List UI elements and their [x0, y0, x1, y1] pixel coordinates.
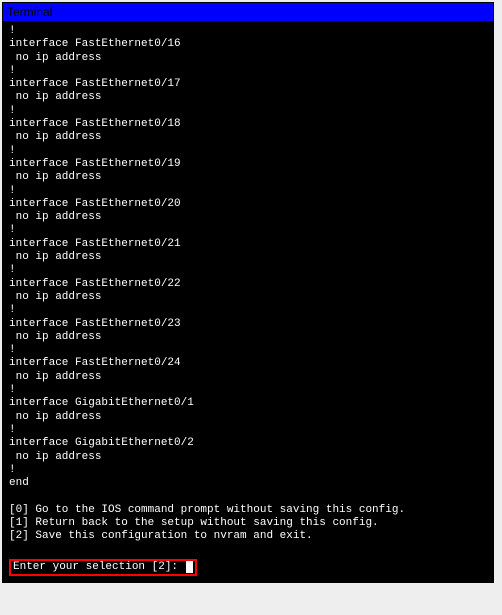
interface-line: interface FastEthernet0/18 [9, 118, 487, 131]
menu-option-0: [0] Go to the IOS command prompt without… [9, 504, 487, 517]
interface-config: no ip address [9, 411, 487, 424]
interface-line: interface FastEthernet0/16 [9, 38, 487, 51]
selection-prompt-label: Enter your selection [2]: [13, 561, 185, 573]
title-bar[interactable]: Terminal [3, 3, 493, 21]
config-bang: ! [9, 145, 487, 158]
cursor-icon[interactable] [186, 561, 193, 573]
interface-config: no ip address [9, 211, 487, 224]
interface-config: no ip address [9, 451, 487, 464]
config-bang: ! [9, 65, 487, 78]
interface-config: no ip address [9, 291, 487, 304]
config-bang: ! [9, 264, 487, 277]
interface-line: interface GigabitEthernet0/1 [9, 397, 487, 410]
interface-line: interface FastEthernet0/24 [9, 357, 487, 370]
menu-option-2: [2] Save this configuration to nvram and… [9, 530, 487, 543]
interface-line: interface GigabitEthernet0/2 [9, 437, 487, 450]
interface-line: interface FastEthernet0/19 [9, 158, 487, 171]
config-bang: ! [9, 424, 487, 437]
config-bang: ! [9, 25, 487, 38]
config-bang: ! [9, 105, 487, 118]
interface-line: interface FastEthernet0/21 [9, 238, 487, 251]
interface-line: interface FastEthernet0/22 [9, 278, 487, 291]
terminal-body[interactable]: !interface FastEthernet0/16 no ip addres… [3, 21, 493, 582]
interface-config: no ip address [9, 91, 487, 104]
window-title: Terminal [7, 5, 52, 19]
config-bang: ! [9, 384, 487, 397]
menu-option-1: [1] Return back to the setup without sav… [9, 517, 487, 530]
terminal-window: Terminal !interface FastEthernet0/16 no … [2, 2, 494, 583]
interface-line: interface FastEthernet0/23 [9, 318, 487, 331]
interface-config: no ip address [9, 52, 487, 65]
config-bang: ! [9, 224, 487, 237]
interface-config: no ip address [9, 251, 487, 264]
config-bang: ! [9, 304, 487, 317]
interface-config: no ip address [9, 131, 487, 144]
selection-prompt-highlight: Enter your selection [2]: [9, 559, 197, 576]
end-line: end [9, 477, 487, 490]
config-bang: ! [9, 344, 487, 357]
interface-config: no ip address [9, 371, 487, 384]
interface-line: interface FastEthernet0/20 [9, 198, 487, 211]
interface-config: no ip address [9, 331, 487, 344]
config-bang: ! [9, 185, 487, 198]
interface-line: interface FastEthernet0/17 [9, 78, 487, 91]
trailing-bang: ! [9, 464, 487, 477]
interface-config: no ip address [9, 171, 487, 184]
